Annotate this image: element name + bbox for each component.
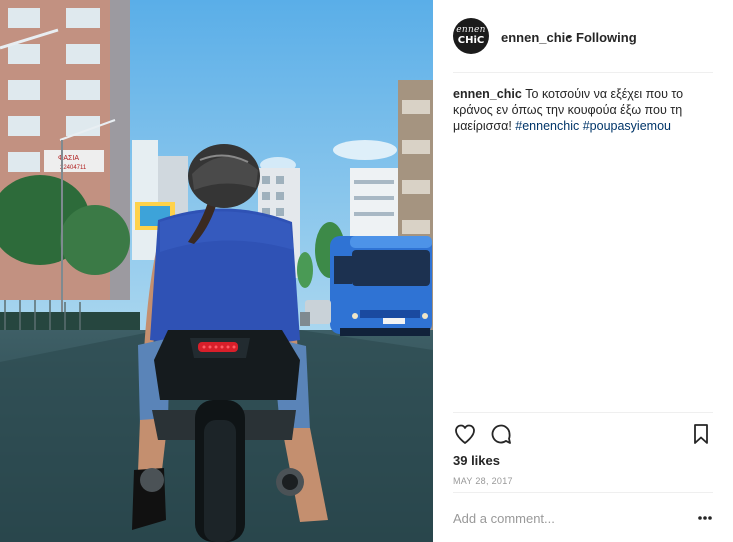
hashtag-link[interactable]: #poupasyiemou: [583, 119, 671, 133]
ellipsis-icon[interactable]: [695, 508, 715, 528]
shop-sign-2: 22404711: [60, 165, 87, 171]
likes-count[interactable]: 39 likes: [453, 453, 500, 468]
post-caption: ennen_chic Το κοτσούιν να εξέχει που το …: [453, 86, 713, 134]
post-header: ennen CHiC ennen_chic • Following: [433, 0, 733, 72]
post-photo[interactable]: ΦΑΣΙΑ 22404711: [0, 0, 433, 542]
street-scene-illustration: ΦΑΣΙΑ 22404711: [0, 0, 433, 542]
username-link[interactable]: ennen_chic: [501, 30, 573, 45]
comment-divider: [453, 492, 713, 493]
avatar[interactable]: ennen CHiC: [453, 18, 489, 54]
heart-outline-icon[interactable]: [453, 422, 477, 446]
post-actions: [453, 422, 723, 448]
avatar-line-1: ennen: [456, 25, 486, 35]
post-side-panel: ennen CHiC ennen_chic • Following ennen_…: [433, 0, 733, 542]
speech-bubble-icon[interactable]: [489, 422, 513, 446]
header-divider: [453, 72, 713, 73]
blue-bus: [330, 236, 432, 336]
instagram-post: ΦΑΣΙΑ 22404711 ennen CHiC ennen_chic • F…: [0, 0, 733, 542]
avatar-line-2: CHiC: [457, 35, 485, 46]
post-date: MAY 28, 2017: [453, 476, 513, 486]
add-comment-input[interactable]: [453, 508, 673, 528]
hashtag-link[interactable]: #ennenchic: [515, 119, 579, 133]
separator-dot: •: [567, 29, 572, 44]
following-button[interactable]: Following: [576, 30, 637, 45]
bookmark-icon[interactable]: [689, 422, 713, 446]
actions-divider: [453, 412, 713, 413]
caption-username[interactable]: ennen_chic: [453, 87, 522, 101]
